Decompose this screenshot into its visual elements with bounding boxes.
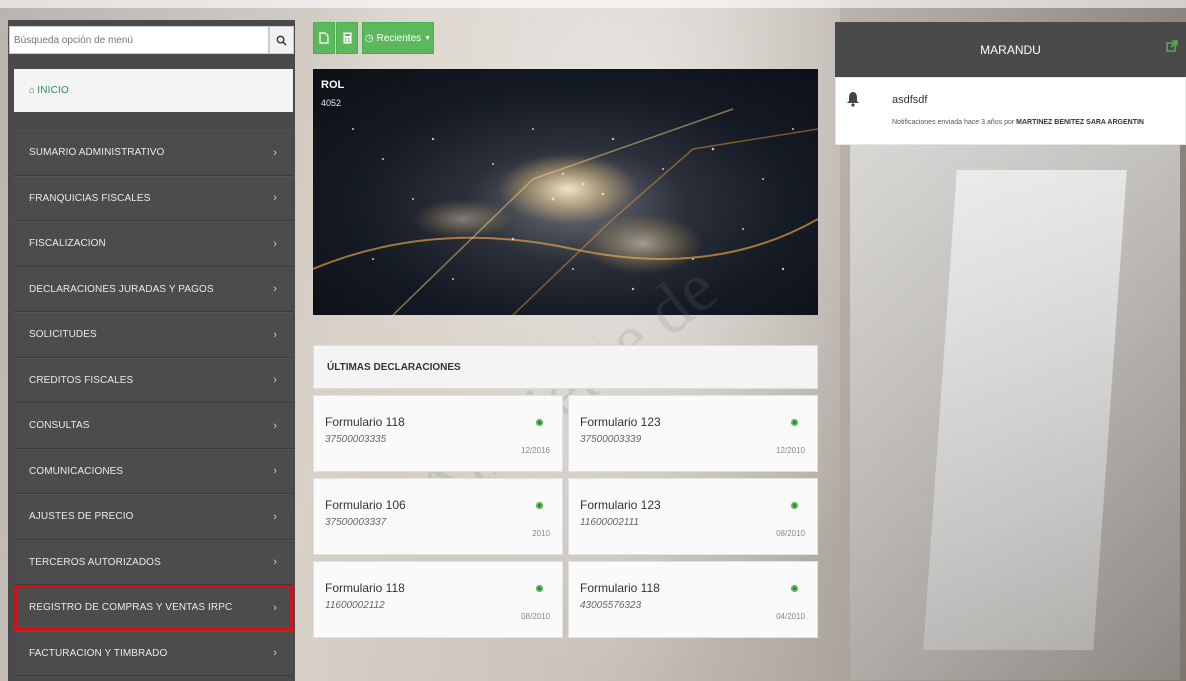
sidebar-item-label: FISCALIZACION	[29, 238, 106, 250]
card-title: Formulario 123	[580, 498, 661, 512]
declaration-card[interactable]: Formulario 106 37500003337 2010	[313, 478, 563, 555]
sidebar-item-label: AJUSTES DE PRECIO	[29, 511, 134, 523]
sidebar-item-fiscalizacion[interactable]: FISCALIZACION ›	[14, 221, 293, 267]
sidebar-item-label: DECLARACIONES JURADAS Y PAGOS	[29, 283, 214, 295]
sidebar-item-label: TERCEROS AUTORIZADOS	[29, 556, 161, 568]
sidebar-item-label: CREDITOS FISCALES	[29, 374, 134, 386]
caret-down-icon: ▼	[424, 34, 432, 42]
sidebar-item-label: REGISTRO DE COMPRAS Y VENTAS IRPC	[29, 602, 233, 614]
chevron-right-icon: ›	[273, 237, 277, 250]
sidebar-item-label: FACTURACION Y TIMBRADO	[29, 647, 168, 659]
external-link-icon[interactable]	[1166, 40, 1178, 52]
sidebar-item-registro-compras-ventas[interactable]: REGISTRO DE COMPRAS Y VENTAS IRPC ›	[14, 585, 293, 631]
card-title: Formulario 106	[325, 498, 406, 512]
card-title: Formulario 118	[325, 415, 405, 429]
card-date: 08/2010	[776, 529, 805, 538]
sidebar-item-label: SUMARIO ADMINISTRATIVO	[29, 147, 165, 159]
city-lights-graphic	[313, 108, 818, 315]
card-date: 04/2010	[776, 612, 805, 621]
chevron-right-icon: ›	[273, 283, 277, 296]
card-date: 2010	[532, 529, 550, 538]
sidebar-item-comunicaciones[interactable]: COMUNICACIONES ›	[14, 448, 293, 494]
sidebar-item-creditos-fiscales[interactable]: CREDITOS FISCALES ›	[14, 357, 293, 403]
clock-icon: ◷	[364, 32, 374, 44]
card-date: 12/2016	[521, 446, 550, 455]
eye-icon[interactable]	[790, 418, 799, 427]
notification-author: MARTINEZ BENITEZ SARA ARGENTIN	[1016, 119, 1144, 126]
eye-icon[interactable]	[790, 501, 799, 510]
chevron-right-icon: ›	[273, 601, 277, 614]
chevron-right-icon: ›	[273, 465, 277, 478]
sidebar-item-label: COMUNICACIONES	[29, 465, 124, 477]
top-frame	[0, 0, 1186, 8]
sidebar-item-sumario-administrativo[interactable]: SUMARIO ADMINISTRATIVO ›	[14, 130, 293, 176]
eye-icon[interactable]	[790, 584, 799, 593]
notification-item[interactable]: asdfsdf Notificaciones enviada hace 3 añ…	[835, 77, 1186, 145]
declaration-card[interactable]: Formulario 118 37500003335 12/2016	[313, 395, 563, 472]
sidebar-item-solicitudes[interactable]: SOLICITUDES ›	[14, 312, 293, 358]
sidebar-item-label: INICIO	[37, 85, 70, 96]
card-number: 43005576323	[580, 600, 642, 611]
background-panel	[923, 170, 1127, 650]
declaration-card[interactable]: Formulario 118 43005576323 04/2010	[568, 561, 818, 638]
sidebar-item-label: SOLICITUDES	[29, 329, 97, 341]
chevron-right-icon: ›	[273, 419, 277, 432]
document-icon	[319, 32, 329, 44]
new-document-button[interactable]	[313, 22, 335, 54]
sidebar-item-terceros-autorizados[interactable]: TERCEROS AUTORIZADOS ›	[14, 539, 293, 585]
card-date: 08/2010	[521, 612, 550, 621]
calculator-button[interactable]	[336, 22, 358, 54]
notifications-header: MARANDU	[835, 22, 1186, 77]
latest-declarations-header: ÚLTIMAS DECLARACIONES	[313, 345, 818, 389]
sidebar-item-ajustes-de-precio[interactable]: AJUSTES DE PRECIO ›	[14, 494, 293, 540]
search-button[interactable]	[269, 26, 294, 54]
declaration-card[interactable]: Formulario 118 11600002112 08/2010	[313, 561, 563, 638]
eye-icon[interactable]	[535, 418, 544, 427]
sidebar-item-label: FRANQUICIAS FISCALES	[29, 192, 151, 204]
card-number: 11600002112	[325, 600, 385, 611]
eye-icon[interactable]	[535, 584, 544, 593]
calculator-icon	[343, 32, 351, 44]
bell-icon	[847, 92, 859, 107]
card-number: 37500003337	[325, 517, 387, 528]
sidebar-item-inicio[interactable]: ⌂ INICIO	[14, 69, 293, 112]
sidebar-item-consultas[interactable]: CONSULTAS ›	[14, 403, 293, 449]
card-number: 37500003339	[580, 434, 642, 445]
recent-label: Recientes	[376, 32, 422, 44]
notification-text: Notificaciones enviada hace 3 años por M…	[892, 119, 1144, 126]
card-number: 37500003335	[325, 434, 387, 445]
sidebar-menu: SUMARIO ADMINISTRATIVO › FRANQUICIAS FIS…	[14, 130, 293, 676]
card-date: 12/2010	[776, 446, 805, 455]
hero-subtitle: 4052	[321, 98, 342, 108]
chevron-right-icon: ›	[273, 192, 277, 205]
sidebar-item-franquicias-fiscales[interactable]: FRANQUICIAS FISCALES ›	[14, 175, 293, 221]
declaration-card[interactable]: Formulario 123 11600002111 08/2010	[568, 478, 818, 555]
card-title: Formulario 118	[325, 581, 405, 595]
chevron-right-icon: ›	[273, 374, 277, 387]
menu-search-input[interactable]	[9, 26, 269, 54]
chevron-right-icon: ›	[273, 647, 277, 660]
sidebar-item-facturacion-timbrado[interactable]: FACTURACION Y TIMBRADO ›	[14, 630, 293, 676]
recent-dropdown-button[interactable]: ◷ Recientes ▼	[362, 22, 434, 54]
chevron-right-icon: ›	[273, 146, 277, 159]
hero-city-image: ROL 4052	[313, 69, 818, 315]
hero-title: ROL	[321, 79, 345, 91]
notification-meta: Notificaciones enviada hace 3 años por	[892, 119, 1015, 126]
notification-title: asdfsdf	[892, 94, 928, 106]
chevron-right-icon: ›	[273, 328, 277, 341]
card-title: Formulario 123	[580, 415, 661, 429]
card-title: Formulario 118	[580, 581, 660, 595]
sidebar-item-declaraciones-juradas[interactable]: DECLARACIONES JURADAS Y PAGOS ›	[14, 266, 293, 312]
chevron-right-icon: ›	[273, 556, 277, 569]
home-icon: ⌂	[29, 85, 36, 96]
notifications-title: MARANDU	[980, 42, 1041, 57]
sidebar-item-label: CONSULTAS	[29, 420, 90, 432]
search-icon	[276, 35, 287, 46]
card-number: 11600002111	[580, 517, 639, 528]
chevron-right-icon: ›	[273, 510, 277, 523]
declaration-card[interactable]: Formulario 123 37500003339 12/2010	[568, 395, 818, 472]
eye-icon[interactable]	[535, 501, 544, 510]
